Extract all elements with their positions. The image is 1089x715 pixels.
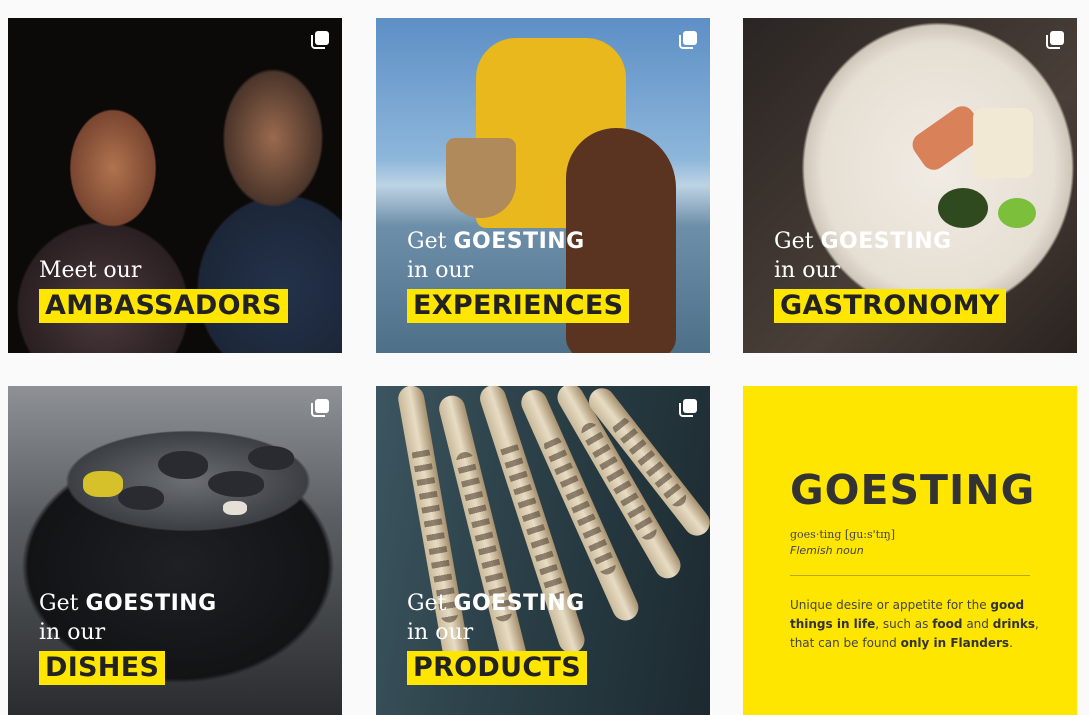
caption-highlight: DISHES xyxy=(39,651,166,685)
definition-word-type: Flemish noun xyxy=(790,544,864,557)
definition-divider xyxy=(790,575,1030,576)
multiple-images-icon xyxy=(310,30,330,50)
multiple-images-icon xyxy=(678,398,698,418)
definition-body: Unique desire or appetite for the good t… xyxy=(790,598,1039,650)
caption-line-2: in our xyxy=(407,620,474,645)
post-caption-overlay: Get GOESTING in our EXPERIENCES xyxy=(407,227,630,323)
post-tile-definition[interactable]: GOESTING goes·ting [ɡu:s'tɪŋ] Flemish no… xyxy=(743,386,1077,715)
caption-line-2: in our xyxy=(39,620,106,645)
post-tile-ambassadors[interactable]: Meet our AMBASSADORS xyxy=(8,18,342,353)
multiple-images-icon xyxy=(678,30,698,50)
caption-line-2: in our xyxy=(407,258,474,283)
definition-title: GOESTING xyxy=(790,466,1036,514)
caption-line-2: in our xyxy=(774,258,841,283)
caption-line-1: Meet our xyxy=(39,258,142,283)
multiple-images-icon xyxy=(310,398,330,418)
caption-line-1: Get GOESTING xyxy=(407,591,585,616)
caption-line-1: Get GOESTING xyxy=(774,229,952,254)
caption-line-1: Get GOESTING xyxy=(407,229,585,254)
definition-pronunciation: goes·ting [ɡu:s'tɪŋ] xyxy=(790,528,895,541)
post-caption-overlay: Get GOESTING in our GASTRONOMY xyxy=(774,227,1006,323)
post-tile-dishes[interactable]: Get GOESTING in our DISHES xyxy=(8,386,342,715)
caption-highlight: EXPERIENCES xyxy=(407,289,630,323)
caption-highlight: PRODUCTS xyxy=(407,651,587,685)
caption-highlight: AMBASSADORS xyxy=(39,289,288,323)
caption-line-1: Get GOESTING xyxy=(39,591,217,616)
multiple-images-icon xyxy=(1045,30,1065,50)
post-caption-overlay: Get GOESTING in our DISHES xyxy=(39,589,217,685)
caption-highlight: GASTRONOMY xyxy=(774,289,1006,323)
post-tile-experiences[interactable]: Get GOESTING in our EXPERIENCES xyxy=(376,18,710,353)
post-caption-overlay: Meet our AMBASSADORS xyxy=(39,256,288,323)
post-caption-overlay: Get GOESTING in our PRODUCTS xyxy=(407,589,587,685)
post-tile-products[interactable]: Get GOESTING in our PRODUCTS xyxy=(376,386,710,715)
post-tile-gastronomy[interactable]: Get GOESTING in our GASTRONOMY xyxy=(743,18,1077,353)
